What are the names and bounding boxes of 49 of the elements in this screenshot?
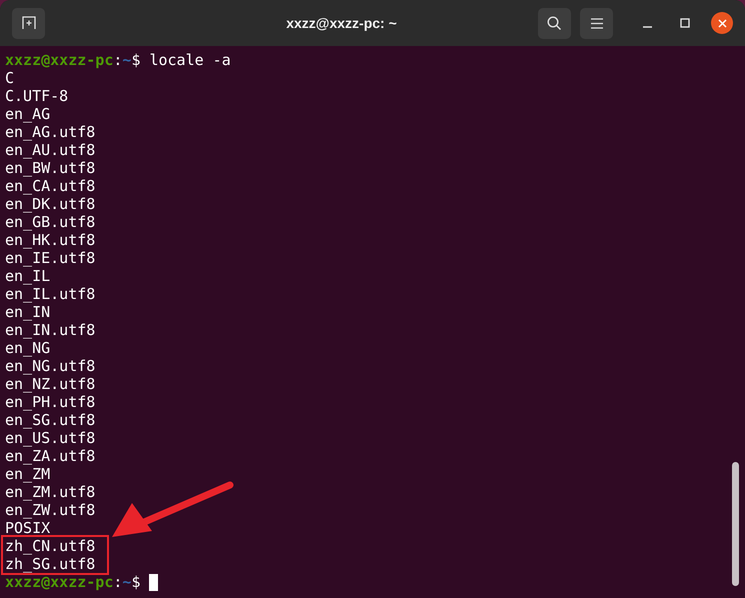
output-line: en_AU.utf8 — [5, 141, 96, 159]
output-line: en_DK.utf8 — [5, 195, 96, 213]
prompt-path: ~ — [122, 51, 132, 69]
prompt-colon: : — [113, 573, 122, 591]
prompt-symbol: $ — [131, 51, 140, 69]
output-line: en_IN — [5, 303, 50, 321]
prompt-user-host: xxzz@xxzz-pc — [5, 573, 114, 591]
command-text: locale -a — [149, 51, 231, 69]
close-button[interactable] — [711, 12, 733, 34]
window-title: xxzz@xxzz-pc: ~ — [286, 14, 397, 33]
prompt-user-host: xxzz@xxzz-pc — [5, 51, 114, 69]
search-icon — [547, 16, 562, 30]
output-line: en_BW.utf8 — [5, 159, 96, 177]
output-line: en_AG.utf8 — [5, 123, 96, 141]
output-line: en_GB.utf8 — [5, 213, 96, 231]
output-line: zh_SG.utf8 — [5, 555, 96, 573]
prompt-symbol: $ — [131, 573, 140, 591]
output-line: en_IN.utf8 — [5, 321, 96, 339]
output-line: zh_CN.utf8 — [5, 537, 96, 555]
output-line: en_NZ.utf8 — [5, 375, 96, 393]
output-line: en_US.utf8 — [5, 429, 96, 447]
close-icon — [718, 18, 726, 28]
new-tab-button[interactable] — [12, 8, 45, 38]
output-line: POSIX — [5, 519, 50, 537]
output-line: en_NG — [5, 339, 50, 357]
output-line: C.UTF-8 — [5, 87, 68, 105]
output-line: en_IL — [5, 267, 50, 285]
menu-icon — [590, 18, 602, 28]
output-line: en_ZM.utf8 — [5, 483, 96, 501]
output-line: en_ZA.utf8 — [5, 447, 96, 465]
output-line: C — [5, 69, 14, 87]
minimize-icon — [642, 26, 652, 28]
prompt-colon: : — [113, 51, 122, 69]
output-line: en_IE.utf8 — [5, 249, 96, 267]
output-line: en_PH.utf8 — [5, 393, 96, 411]
new-tab-icon — [22, 16, 36, 30]
output-line: en_IL.utf8 — [5, 285, 96, 303]
output-line: en_NG.utf8 — [5, 357, 96, 375]
output-line: en_AG — [5, 105, 50, 123]
prompt-path: ~ — [122, 573, 132, 591]
maximize-icon — [680, 18, 690, 28]
text-cursor — [149, 574, 158, 590]
output-line: en_ZM — [5, 465, 50, 483]
output-line: en_SG.utf8 — [5, 411, 96, 429]
search-button[interactable] — [538, 8, 571, 38]
menu-button[interactable] — [580, 8, 613, 38]
output-line: en_CA.utf8 — [5, 177, 96, 195]
output-line: en_HK.utf8 — [5, 231, 96, 249]
output-line: en_ZW.utf8 — [5, 501, 96, 519]
